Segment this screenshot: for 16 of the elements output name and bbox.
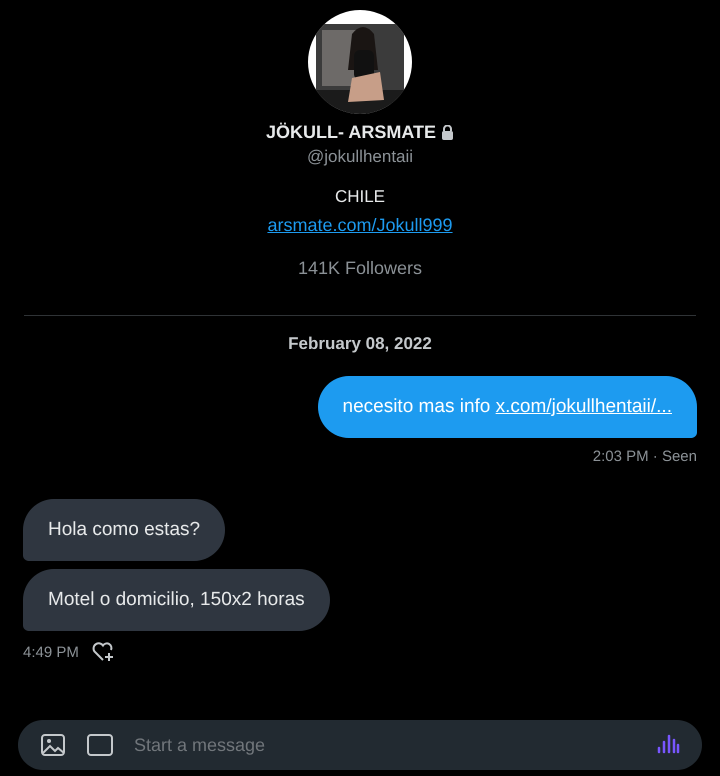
- voice-icon[interactable]: [656, 734, 680, 756]
- heart-plus-icon[interactable]: [90, 641, 115, 663]
- gif-icon[interactable]: [86, 733, 114, 757]
- message-timestamp: 2:03 PM · Seen: [592, 448, 697, 465]
- profile-location: CHILE: [334, 187, 386, 207]
- follower-count: 141K Followers: [298, 258, 422, 279]
- image-icon[interactable]: [40, 733, 66, 757]
- message-bubble: Motel o domicilio, 150x2 horas: [23, 569, 330, 631]
- date-separator: February 08, 2022: [288, 334, 432, 354]
- message-bubble: necesito mas info x.com/jokullhentaii/...: [318, 376, 697, 438]
- profile-name: JÖKULL- ARSMATE: [266, 122, 436, 143]
- message-composer[interactable]: Start a message: [18, 720, 702, 770]
- message-timestamp: 4:49 PM: [23, 644, 79, 660]
- message-bubble: Hola como estas?: [23, 499, 226, 561]
- profile-handle: @jokullhentaii: [306, 147, 414, 167]
- profile-link[interactable]: arsmate.com/Jokull999: [267, 215, 453, 236]
